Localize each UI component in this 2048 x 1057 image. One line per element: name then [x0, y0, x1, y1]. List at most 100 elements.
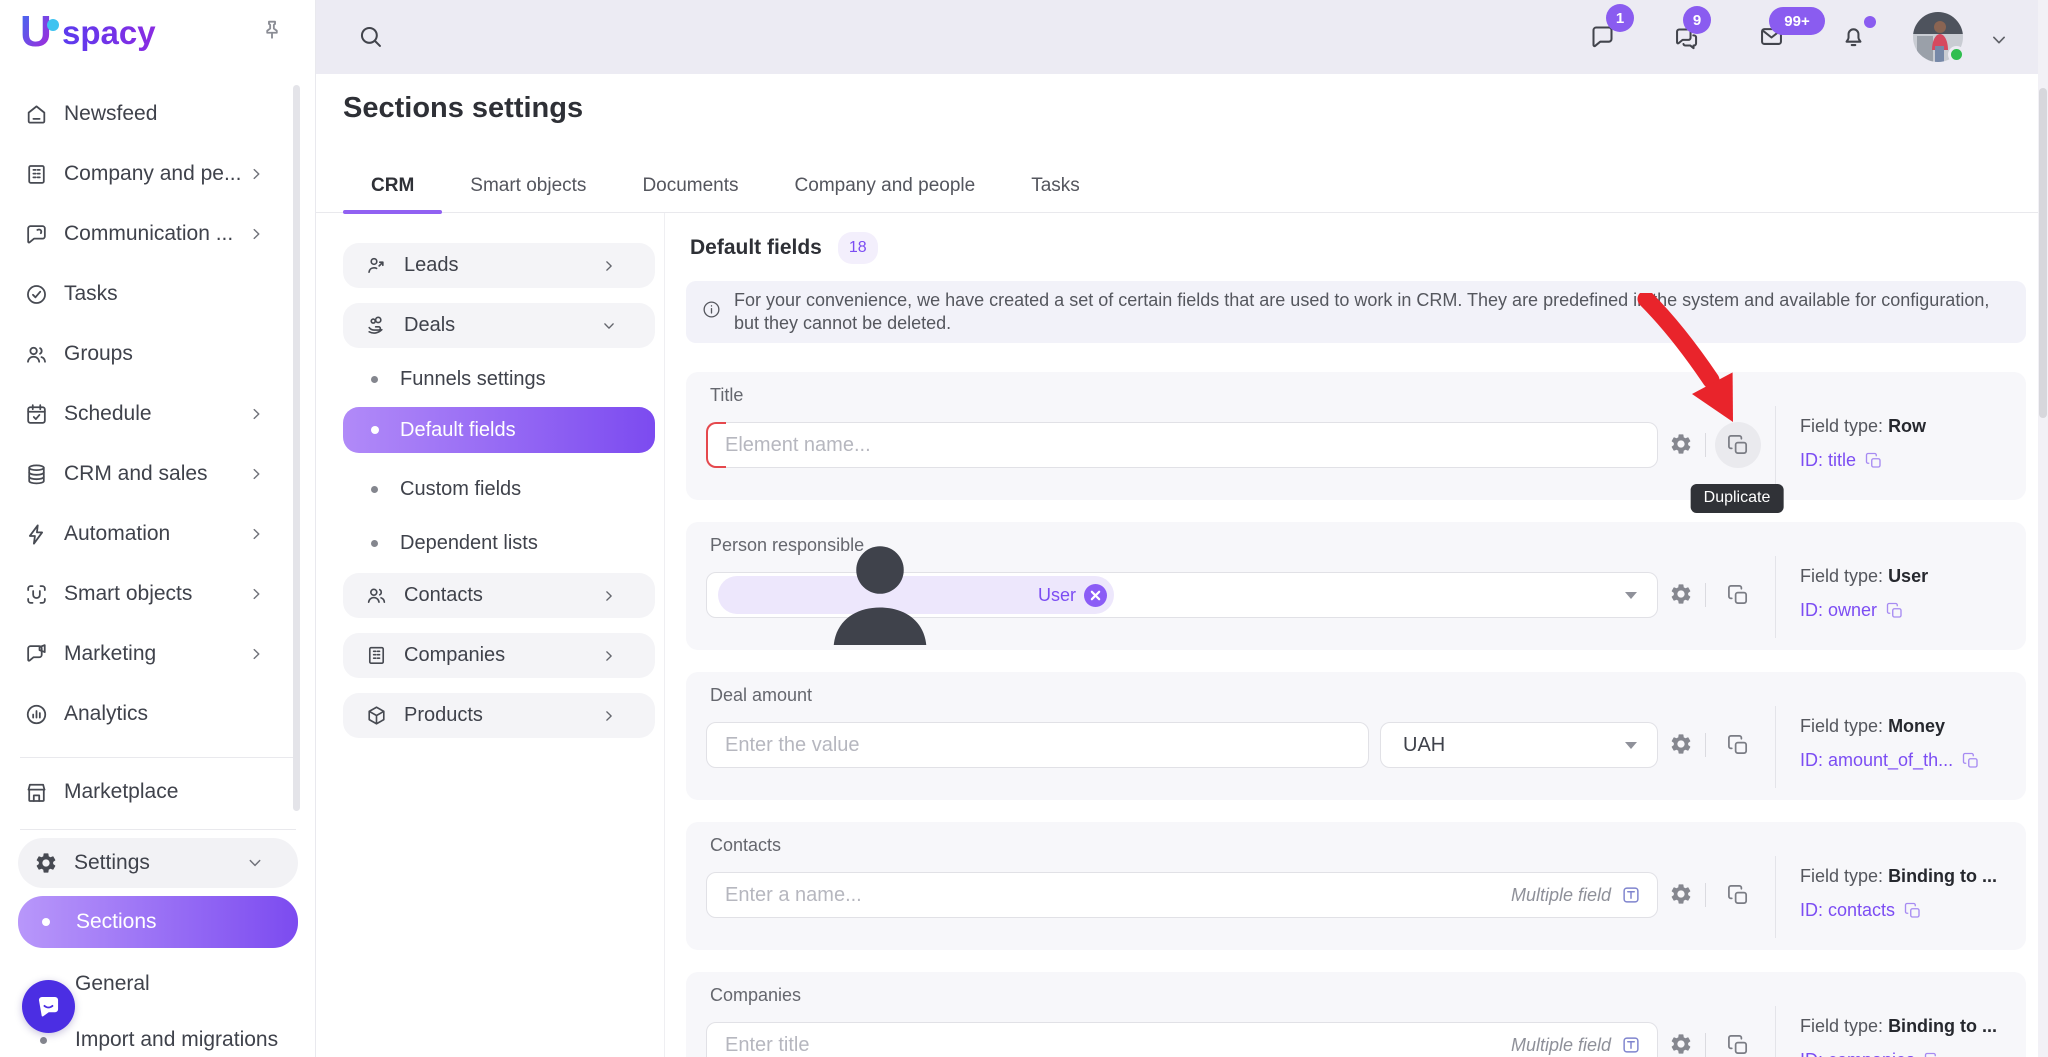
home-icon [24, 102, 49, 127]
smart-objects-icon [24, 582, 49, 607]
chart-circle-icon [24, 702, 49, 727]
field-id[interactable]: ID: title [1800, 450, 1883, 471]
bullet-dot [371, 426, 379, 434]
tab-crm[interactable]: CRM [343, 173, 442, 212]
sidebar-item-schedule[interactable]: Schedule [0, 384, 316, 444]
nav-item-dependent-lists[interactable]: Dependent lists [343, 525, 655, 561]
support-chat-widget-button[interactable] [22, 980, 75, 1033]
remove-chip-button[interactable] [1084, 584, 1107, 607]
nav-item-leads[interactable]: Leads [343, 243, 655, 288]
field-settings-button[interactable] [1664, 428, 1698, 462]
field-id[interactable]: ID: contacts [1800, 900, 1922, 921]
nav-item-label: Contacts [404, 584, 483, 607]
companies-input[interactable] [706, 1022, 1658, 1057]
field-card-person-responsible: Person responsible User Field type: User… [686, 522, 2026, 650]
nav-item-label: Companies [404, 644, 505, 667]
nav-item-contacts[interactable]: Contacts [343, 573, 655, 618]
sidebar-item-label: Groups [64, 342, 133, 366]
field-card-deal-amount: Deal amount UAH Field type: Money ID: am… [686, 672, 2026, 800]
sidebar-item-tasks[interactable]: Tasks [0, 264, 316, 324]
field-type: Field type: Money [1800, 716, 1945, 737]
duplicate-button[interactable] [1715, 422, 1761, 468]
duplicate-button[interactable] [1715, 572, 1761, 618]
duplicate-button[interactable] [1715, 722, 1761, 768]
field-label: Companies [710, 985, 801, 1006]
controls-divider [1705, 883, 1706, 907]
sidebar-item-label: Sections [76, 910, 157, 934]
sidebar-item-crm-and-sales[interactable]: CRM and sales [0, 444, 316, 504]
field-settings-button[interactable] [1664, 1028, 1698, 1057]
contacts-input[interactable] [706, 872, 1658, 918]
sidebar-item-marketing[interactable]: Marketing [0, 624, 316, 684]
sidebar-item-label: Smart objects [64, 582, 192, 606]
content-heading: Default fields 18 [690, 232, 878, 264]
sidebar-item-settings[interactable]: Settings [18, 838, 298, 888]
field-settings-button[interactable] [1664, 728, 1698, 762]
field-type: Field type: User [1800, 566, 1928, 587]
nav-item-companies[interactable]: Companies [343, 633, 655, 678]
sidebar-nav: Newsfeed Company and pe... Communication… [0, 84, 316, 744]
person-responsible-select[interactable]: User [706, 572, 1658, 618]
duplicate-button[interactable] [1715, 1022, 1761, 1057]
page-scrollbar-thumb[interactable] [2039, 88, 2047, 418]
tab-company-and-people[interactable]: Company and people [767, 173, 1004, 212]
bullet-dot [40, 1037, 47, 1044]
duplicate-button[interactable] [1715, 872, 1761, 918]
logo-image: U spacy [20, 8, 220, 56]
sidebar-item-analytics[interactable]: Analytics [0, 684, 316, 744]
info-divider [1775, 856, 1776, 938]
field-settings-button[interactable] [1664, 878, 1698, 912]
sidebar-scrollbar-thumb[interactable] [293, 85, 300, 811]
svg-text:U: U [20, 8, 52, 56]
sidebar-item-marketplace[interactable]: Marketplace [0, 762, 316, 822]
nav-item-custom-fields[interactable]: Custom fields [343, 471, 655, 507]
lead-person-icon [365, 254, 388, 277]
nav-item-products[interactable]: Products [343, 693, 655, 738]
tab-documents[interactable]: Documents [614, 173, 766, 212]
field-settings-button[interactable] [1664, 578, 1698, 612]
tab-smart-objects[interactable]: Smart objects [442, 173, 614, 212]
sidebar-item-label: Import and migrations [75, 1028, 278, 1052]
nav-item-default-fields[interactable]: Default fields [343, 407, 655, 453]
person-icon [730, 520, 1030, 670]
sidebar-item-label: Company and pe... [64, 162, 241, 186]
tab-tasks[interactable]: Tasks [1003, 173, 1108, 212]
sidebar-item-smart-objects[interactable]: Smart objects [0, 564, 316, 624]
bullet-dot [371, 540, 378, 547]
chat-smile-icon [35, 993, 62, 1020]
app: U spacy Newsfeed Company and pe... Commu… [0, 0, 2048, 1057]
search-button[interactable] [356, 23, 384, 51]
sidebar-item-company-and-people[interactable]: Company and pe... [0, 144, 316, 204]
nav-item-label: Custom fields [400, 478, 521, 501]
field-id[interactable]: ID: amount_of_th... [1800, 750, 1980, 771]
building-icon [24, 162, 49, 187]
title-input[interactable] [706, 422, 1658, 468]
sidebar-divider [20, 757, 296, 758]
sidebar-item-communication[interactable]: Communication ... [0, 204, 316, 264]
sidebar-item-sections[interactable]: Sections [18, 896, 298, 948]
field-id[interactable]: ID: companies [1800, 1050, 1942, 1057]
profile-menu-button[interactable] [1985, 27, 2013, 55]
building-icon [365, 644, 388, 667]
chevron-right-icon [248, 166, 265, 183]
chevron-down-icon [246, 854, 264, 872]
deal-amount-input[interactable] [706, 722, 1369, 768]
sidebar-item-newsfeed[interactable]: Newsfeed [0, 84, 316, 144]
notifications-button[interactable] [1839, 23, 1867, 51]
user-avatar[interactable] [1913, 12, 1963, 62]
uspacy-logo[interactable]: U spacy [20, 8, 220, 61]
nav-item-deals[interactable]: Deals [343, 303, 655, 348]
field-type: Field type: Row [1800, 416, 1926, 437]
pin-sidebar-button[interactable] [256, 16, 288, 48]
sidebar-item-label: Schedule [64, 402, 152, 426]
user-chip: User [718, 576, 1114, 614]
field-id[interactable]: ID: owner [1800, 600, 1904, 621]
controls-divider [1705, 433, 1706, 457]
chevron-down-icon [1989, 30, 2009, 50]
currency-select[interactable]: UAH [1380, 722, 1658, 768]
sidebar-item-groups[interactable]: Groups [0, 324, 316, 384]
sidebar-item-automation[interactable]: Automation [0, 504, 316, 564]
bell-icon [1840, 23, 1867, 50]
info-banner-text: For your convenience, we have created a … [734, 289, 1996, 335]
nav-item-funnels-settings[interactable]: Funnels settings [343, 361, 655, 397]
